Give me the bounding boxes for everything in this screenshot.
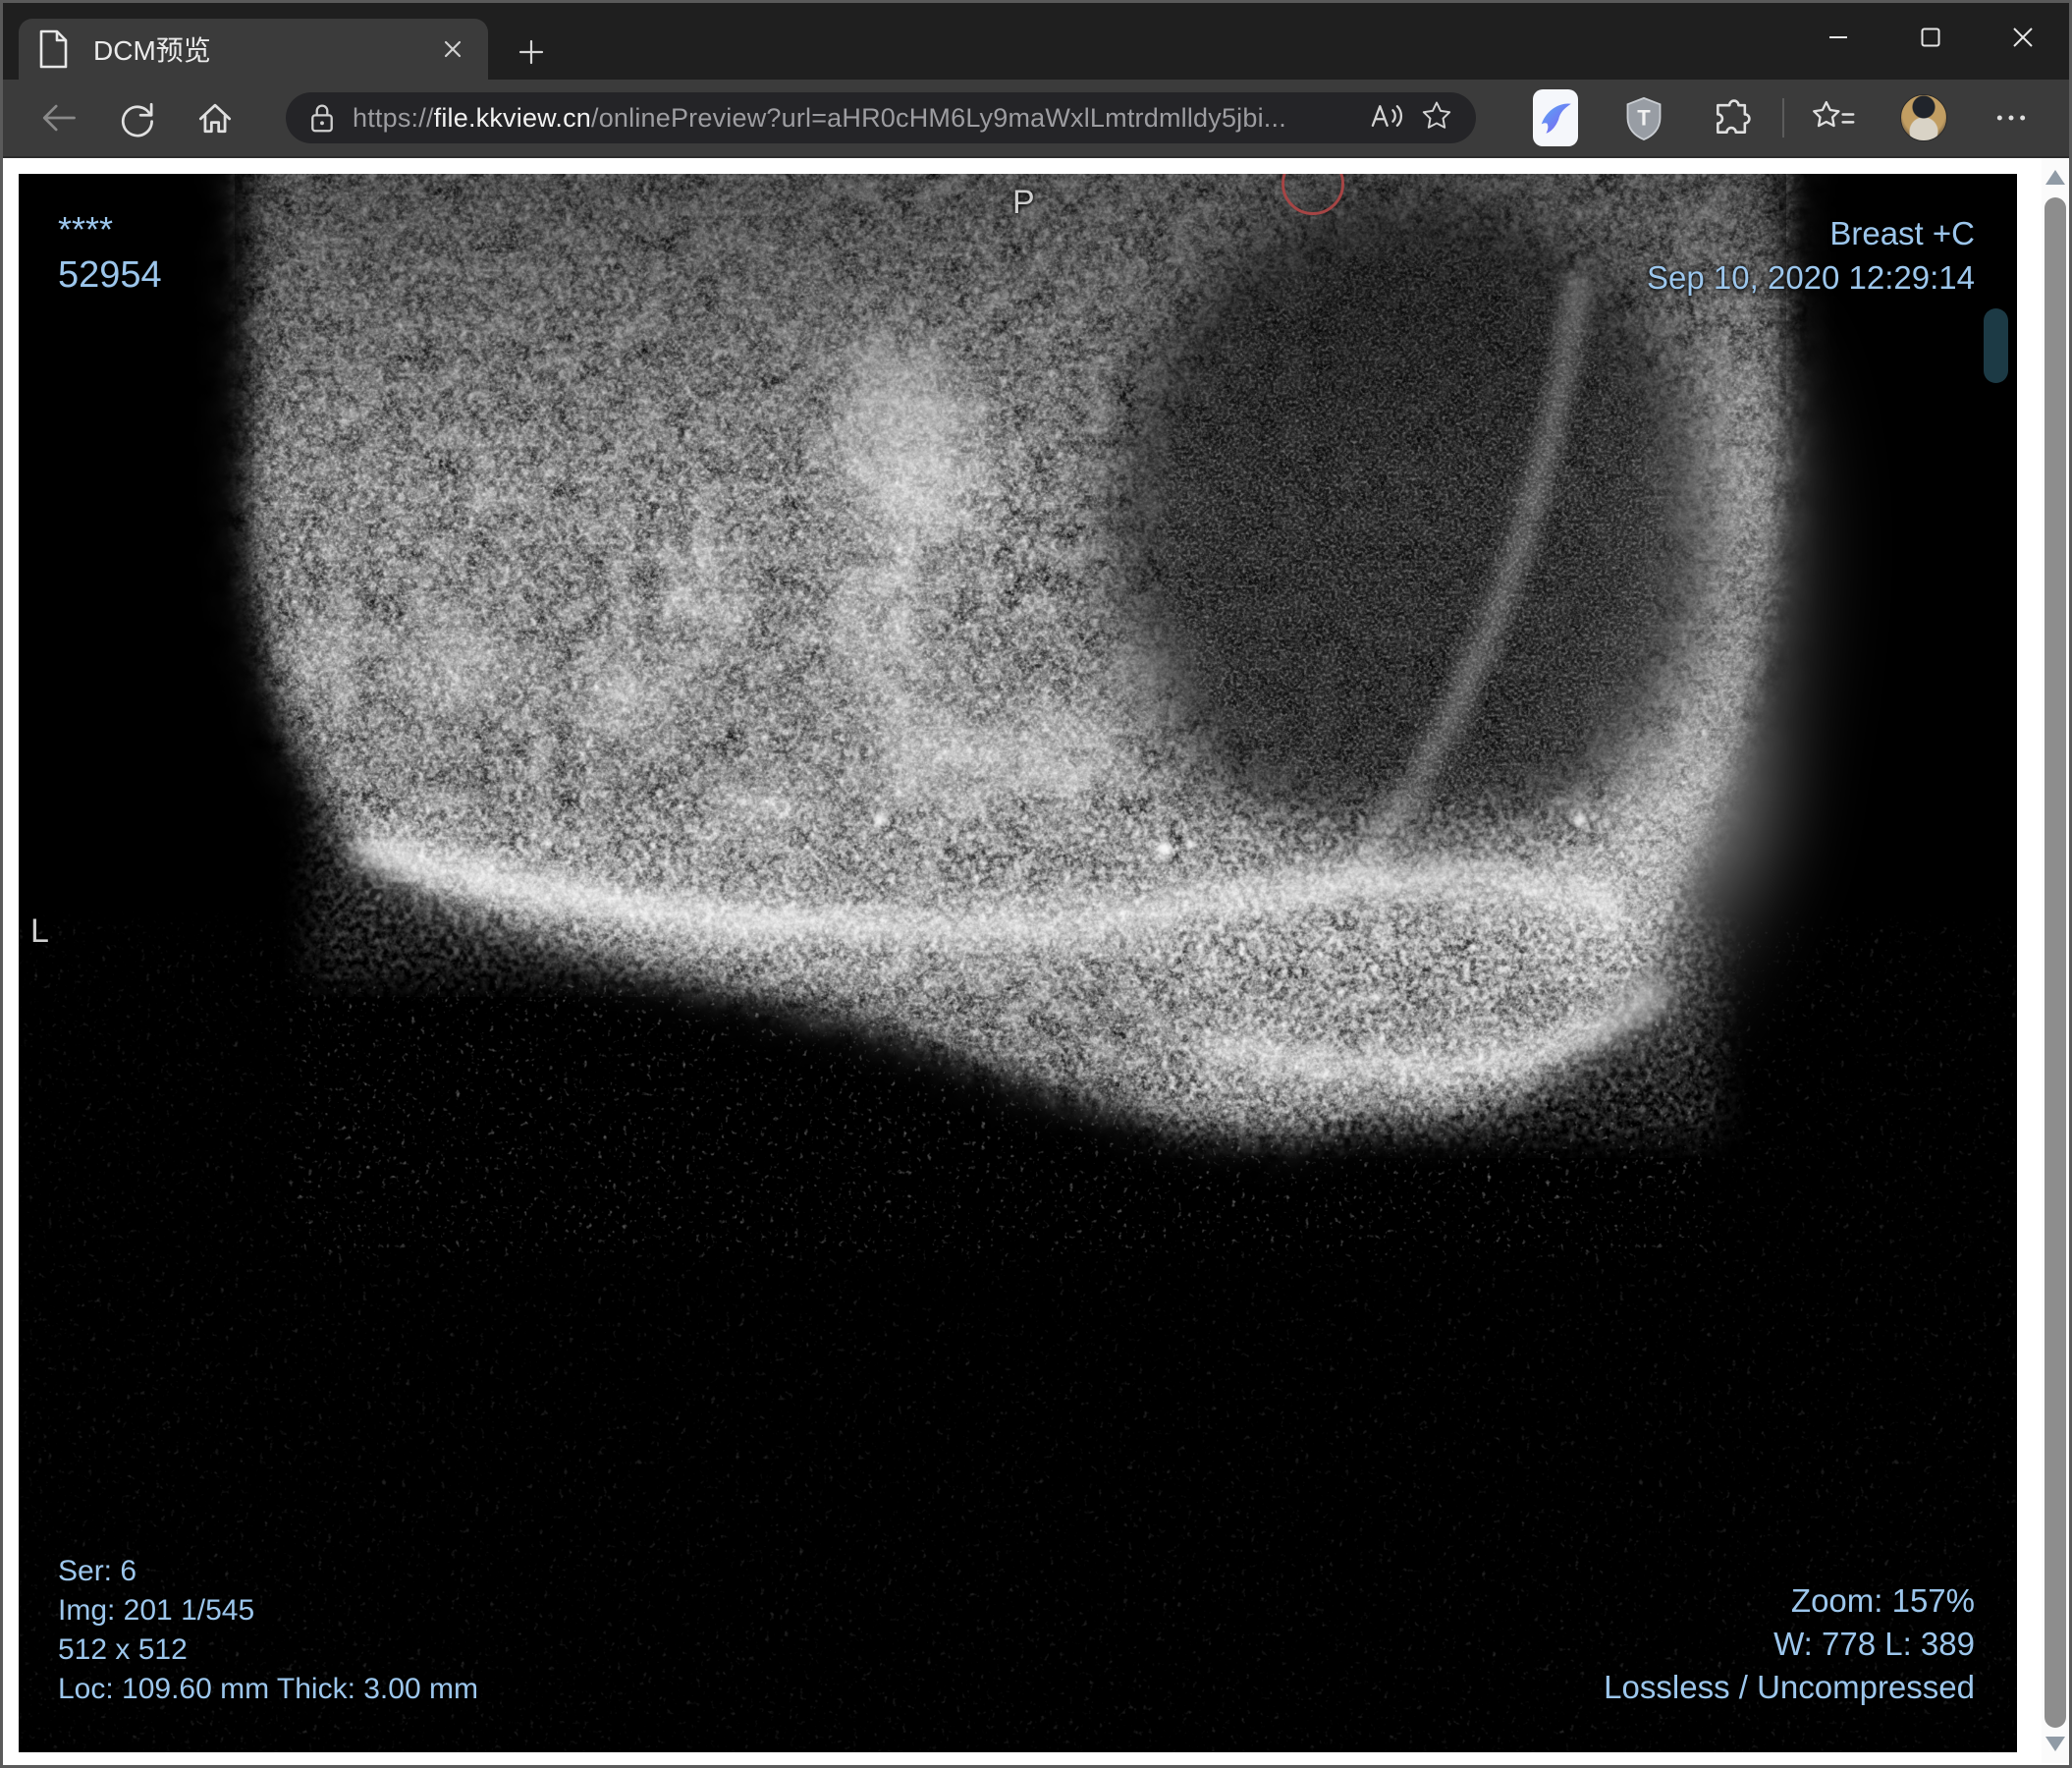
shield-badge-letter: T [1637, 105, 1651, 130]
profile-avatar[interactable] [1900, 94, 1947, 141]
patient-name-masked: **** [58, 209, 114, 249]
home-icon [198, 103, 232, 134]
url-text[interactable]: https://file.kkview.cn/onlinePreview?url… [353, 103, 1352, 134]
bird-extension-icon [1541, 103, 1571, 134]
image-number: Img: 201 1/545 [58, 1594, 255, 1627]
url-host: file.kkview.cn [433, 102, 591, 133]
window-level: W: 778 L: 389 [1773, 1626, 1975, 1662]
zoom-level: Zoom: 157% [1790, 1582, 1975, 1619]
minimize-icon [1829, 36, 1847, 38]
maximize-icon [1921, 28, 1940, 47]
study-datetime: Sep 10, 2020 12:29:14 [1647, 259, 1975, 296]
shield-icon: T [1626, 96, 1662, 140]
browser-toolbar: https://file.kkview.cn/onlinePreview?url… [3, 80, 2069, 158]
patient-info-overlay: **** 52954 [58, 207, 162, 298]
collections-button[interactable] [1810, 92, 1855, 143]
series-info-overlay: Ser: 6 Img: 201 1/545 512 x 512 Loc: 109… [58, 1552, 478, 1709]
tab-title: DCM预览 [93, 35, 211, 66]
tab-close-icon[interactable] [435, 31, 470, 67]
scrollbar-up-arrow-icon[interactable] [2045, 170, 2065, 185]
back-arrow-icon [42, 104, 76, 132]
collections-star-icon [1813, 100, 1855, 128]
study-description: Breast +C [1829, 215, 1975, 251]
extensions-menu-button[interactable] [1710, 92, 1755, 143]
series-number: Ser: 6 [58, 1555, 137, 1587]
close-window-button[interactable] [1977, 3, 2069, 72]
viewer-scroll-thumb[interactable] [1984, 308, 2008, 383]
extension-shield-button[interactable]: T [1621, 92, 1666, 143]
refresh-icon [121, 102, 153, 138]
window-controls [1792, 3, 2069, 80]
orientation-marker-left: L [30, 912, 49, 950]
mri-image [19, 174, 2017, 1752]
display-info-overlay: Zoom: 157% W: 778 L: 389 Lossless / Unco… [1604, 1579, 1975, 1709]
scrollbar-down-arrow-icon[interactable] [2045, 1737, 2065, 1751]
study-info-overlay: Breast +C Sep 10, 2020 12:29:14 [1647, 211, 1975, 300]
back-button[interactable] [27, 88, 89, 147]
dicom-viewer[interactable]: **** 52954 Breast +C Sep 10, 2020 12:29:… [19, 174, 2017, 1752]
url-path: /onlinePreview?url=aHR0cHM6Ly9maWxlLmtrd… [591, 102, 1286, 133]
ellipsis-icon [1996, 115, 2026, 121]
read-aloud-button[interactable] [1366, 98, 1405, 138]
url-scheme: https:// [353, 102, 434, 133]
compression-info: Lossless / Uncompressed [1604, 1669, 1975, 1705]
slice-location: Loc: 109.60 mm Thick: 3.00 mm [58, 1673, 478, 1705]
extension-bird-button[interactable] [1533, 89, 1578, 146]
tab-strip: DCM预览 [3, 3, 2069, 80]
maximize-button[interactable] [1884, 3, 1977, 72]
close-icon [2013, 28, 2033, 47]
orientation-marker-posterior: P [1012, 184, 1035, 221]
star-icon [1422, 101, 1451, 129]
page-document-icon [39, 29, 68, 69]
new-tab-button[interactable] [510, 30, 553, 74]
image-matrix: 512 x 512 [58, 1633, 188, 1666]
page-content: **** 52954 Breast +C Sep 10, 2020 12:29:… [3, 158, 2069, 1763]
minimize-button[interactable] [1792, 3, 1884, 72]
favorite-star-button[interactable] [1419, 98, 1454, 138]
plus-icon [518, 39, 544, 65]
patient-id: 52954 [58, 254, 162, 296]
scrollbar-thumb[interactable] [2045, 197, 2066, 1728]
settings-menu-button[interactable] [1989, 92, 2034, 143]
tab-dcm-preview[interactable]: DCM预览 [19, 19, 488, 80]
read-aloud-icon [1371, 104, 1403, 127]
address-bar[interactable]: https://file.kkview.cn/onlinePreview?url… [286, 92, 1476, 143]
puzzle-icon [1717, 99, 1751, 134]
browser-scrollbar[interactable] [2042, 158, 2069, 1763]
lock-icon [311, 104, 333, 133]
refresh-button[interactable] [105, 88, 168, 147]
toolbar-divider [1782, 98, 1784, 138]
home-button[interactable] [184, 88, 246, 147]
browser-window: DCM预览 https://file.kkview.cn/onlinePrevi… [0, 0, 2072, 1768]
